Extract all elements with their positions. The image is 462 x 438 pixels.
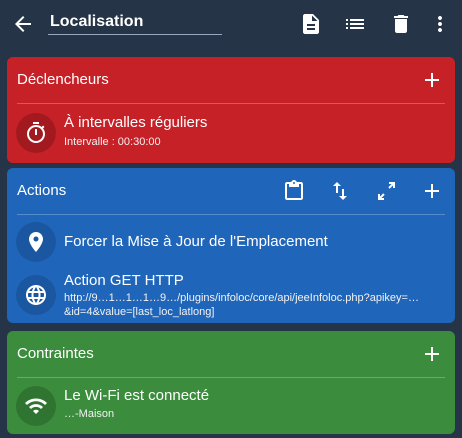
location-pin-icon (29, 232, 43, 252)
trash-icon[interactable] (389, 12, 413, 36)
action-item-title: Forcer la Mise à Jour de l'Emplacement (64, 233, 328, 250)
triggers-card: Déclencheurs À intervalles réguliers Int… (7, 57, 455, 163)
back-arrow-icon[interactable] (11, 12, 35, 36)
actions-header: Actions (7, 168, 455, 214)
constraints-header: Contraintes (7, 331, 455, 377)
trigger-icon-circle (16, 113, 56, 153)
constraint-item-subtitle: …-Maison (64, 408, 115, 420)
clipboard-icon[interactable] (282, 179, 306, 203)
globe-icon (26, 285, 46, 305)
constraints-divider (17, 377, 445, 378)
action-icon-circle (16, 275, 56, 315)
constraints-card: Contraintes Le Wi-Fi est connecté …-Mais… (7, 331, 455, 434)
add-action-icon[interactable] (420, 179, 444, 203)
trigger-item-title: À intervalles réguliers (64, 114, 208, 131)
triggers-title: Déclencheurs (17, 71, 109, 88)
actions-card: Actions Forcer la Mise à Jour de l'Empla… (7, 168, 455, 323)
app-bar: Localisation (0, 0, 462, 50)
triggers-header: Déclencheurs (7, 57, 455, 103)
add-constraint-icon[interactable] (420, 342, 444, 366)
expand-icon[interactable] (374, 179, 398, 203)
reorder-icon[interactable] (328, 179, 352, 203)
actions-title: Actions (17, 182, 67, 199)
constraint-item-title: Le Wi-Fi est connecté (64, 387, 210, 404)
action-item-title: Action GET HTTP (64, 272, 184, 289)
actions-divider (17, 214, 445, 215)
add-trigger-icon[interactable] (420, 68, 444, 92)
action-icon-circle (16, 222, 56, 262)
macro-name-input[interactable]: Localisation (48, 8, 222, 35)
document-icon[interactable] (299, 12, 323, 36)
wifi-icon (25, 398, 47, 414)
trigger-item-subtitle: Intervalle : 00:30:00 (64, 136, 161, 148)
triggers-divider (17, 103, 445, 104)
constraint-icon-circle (16, 386, 56, 426)
stopwatch-icon (27, 122, 45, 143)
constraints-title: Contraintes (17, 345, 94, 362)
list-icon[interactable] (343, 12, 367, 36)
action-item-url: http://9…1…1…1…9…/plugins/infoloc/core/a… (64, 292, 419, 318)
more-vert-icon[interactable] (428, 12, 452, 36)
